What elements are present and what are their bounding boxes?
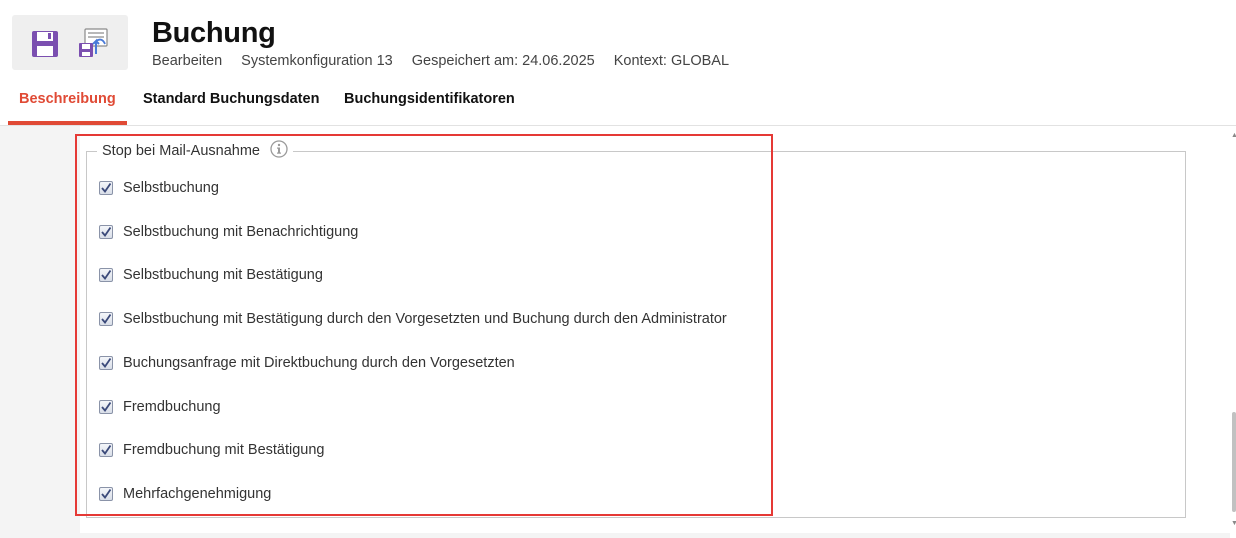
save-as-icon[interactable] — [76, 27, 110, 61]
checkbox[interactable] — [99, 225, 113, 239]
tab-buchungsidentifikatoren[interactable]: Buchungsidentifikatoren — [333, 82, 526, 123]
option-label: Fremdbuchung mit Bestätigung — [123, 442, 325, 458]
option-label: Fremdbuchung — [123, 399, 221, 415]
option-selbstbuchung-bestaetigung[interactable]: Selbstbuchung mit Bestätigung — [99, 265, 323, 285]
content-bottom-band — [80, 533, 1230, 538]
option-selbstbuchung[interactable]: Selbstbuchung — [99, 178, 219, 198]
checkbox[interactable] — [99, 268, 113, 282]
info-circle-icon[interactable] — [270, 140, 288, 163]
option-label: Selbstbuchung mit Benachrichtigung — [123, 224, 359, 240]
scroll-down-arrow-icon[interactable]: ▼ — [1231, 520, 1236, 528]
checkbox[interactable] — [99, 356, 113, 370]
tab-bar: Beschreibung Standard Buchungsdaten Buch… — [8, 82, 1236, 126]
meta-mode: Bearbeiten — [152, 53, 223, 69]
tab-standard-buchungsdaten[interactable]: Standard Buchungsdaten — [132, 82, 330, 123]
floppy-disk-icon[interactable] — [28, 27, 62, 61]
left-gutter — [0, 126, 80, 538]
page-meta: Bearbeiten Systemkonfiguration 13 Gespei… — [152, 53, 744, 69]
meta-saved: Gespeichert am: 24.06.2025 — [411, 53, 595, 69]
scrollbar-thumb[interactable] — [1232, 412, 1236, 512]
checkbox[interactable] — [99, 312, 113, 326]
group-legend-text: Stop bei Mail-Ausnahme — [102, 143, 260, 159]
option-label: Buchungsanfrage mit Direktbuchung durch … — [123, 355, 515, 371]
option-label: Selbstbuchung — [123, 180, 219, 196]
option-label: Mehrfachgenehmigung — [123, 486, 272, 502]
mail-exception-group: Stop bei Mail-Ausnahme — [86, 140, 1186, 518]
scroll-up-arrow-icon[interactable]: ▲ — [1231, 132, 1236, 140]
toolbar — [12, 15, 128, 70]
option-mehrfachgenehmigung[interactable]: Mehrfachgenehmigung — [99, 484, 271, 504]
option-label: Selbstbuchung mit Bestätigung durch den … — [123, 311, 727, 327]
option-selbstbuchung-benachrichtigung[interactable]: Selbstbuchung mit Benachrichtigung — [99, 222, 358, 242]
tab-beschreibung[interactable]: Beschreibung — [8, 82, 127, 125]
option-selbstbuchung-vorgesetzter-admin[interactable]: Selbstbuchung mit Bestätigung durch den … — [99, 309, 727, 329]
checkbox[interactable] — [99, 443, 113, 457]
option-fremdbuchung-bestaetigung[interactable]: Fremdbuchung mit Bestätigung — [99, 440, 325, 460]
checkbox[interactable] — [99, 181, 113, 195]
page-title: Buchung — [152, 17, 276, 49]
checkbox[interactable] — [99, 400, 113, 414]
meta-context: Kontext: GLOBAL — [613, 53, 730, 69]
option-fremdbuchung[interactable]: Fremdbuchung — [99, 397, 221, 417]
option-buchungsanfrage-direktbuchung[interactable]: Buchungsanfrage mit Direktbuchung durch … — [99, 353, 515, 373]
checkbox[interactable] — [99, 487, 113, 501]
meta-config: Systemkonfiguration 13 — [241, 53, 393, 69]
group-legend: Stop bei Mail-Ausnahme — [97, 140, 293, 163]
option-label: Selbstbuchung mit Bestätigung — [123, 267, 323, 283]
